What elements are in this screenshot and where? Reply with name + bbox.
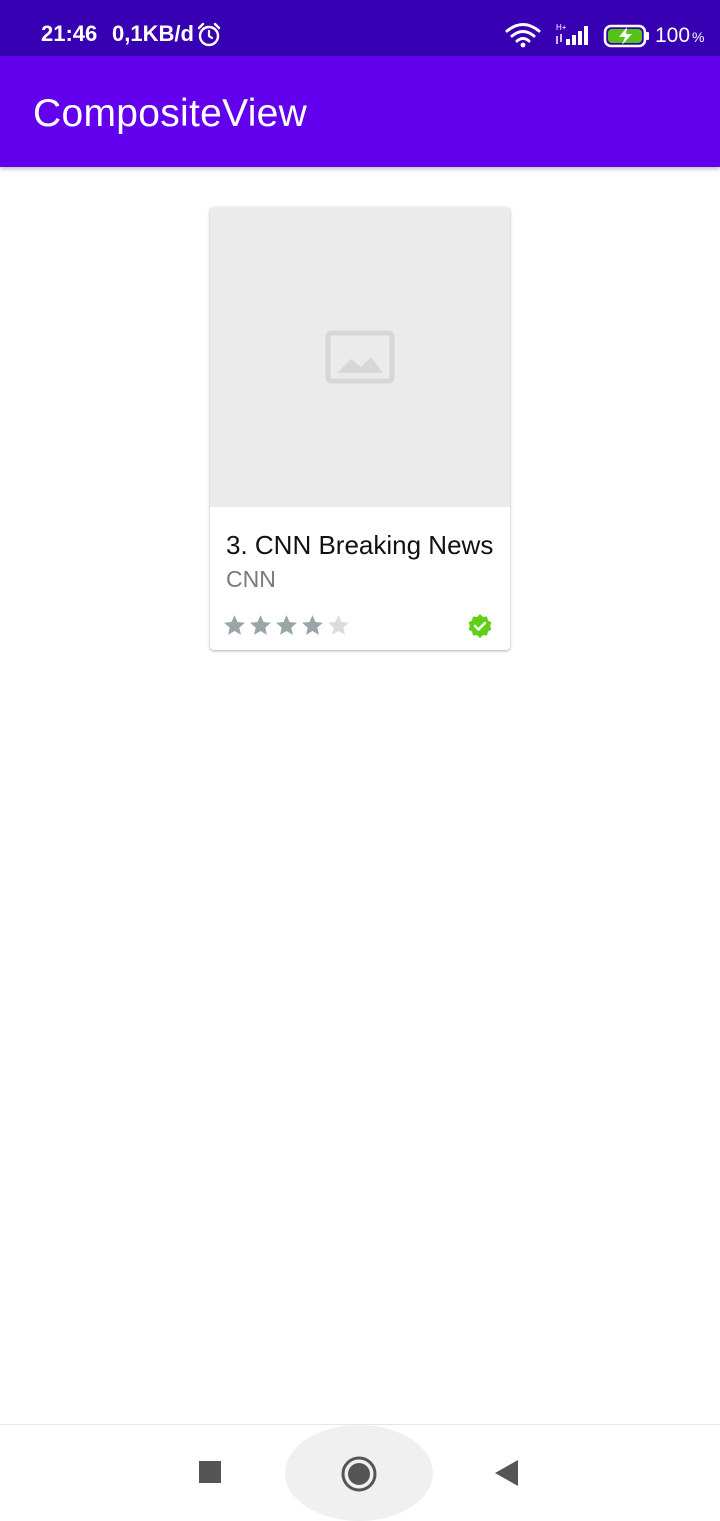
signal-icon: H+ (556, 23, 588, 45)
app-title: CompositeView (33, 92, 308, 135)
star-empty-icon (328, 615, 349, 635)
image-placeholder-icon (325, 330, 395, 384)
news-card[interactable]: 3. CNN Breaking News CNN (210, 207, 510, 650)
star-filled-icon (302, 615, 323, 635)
back-button[interactable] (494, 1459, 520, 1487)
wifi-icon (505, 23, 541, 48)
status-bar: 21:46 0,1KB/d H+ 100% (0, 0, 720, 56)
rating-bar (222, 613, 351, 638)
navigation-bar (0, 1424, 720, 1521)
recents-button[interactable] (198, 1459, 224, 1485)
home-button[interactable] (341, 1456, 377, 1492)
alarm-icon (197, 22, 221, 47)
app-bar: CompositeView (0, 56, 720, 167)
star-filled-icon (250, 615, 271, 635)
status-data-rate: 0,1KB/d (112, 21, 194, 46)
card-subtitle: CNN (226, 566, 276, 592)
battery-percent: 100% (655, 24, 705, 47)
card-title: 3. CNN Breaking News (226, 530, 494, 560)
card-image (210, 207, 510, 507)
svg-text:H+: H+ (556, 23, 567, 32)
verified-check-icon (468, 614, 492, 638)
battery-charging-icon (603, 24, 649, 48)
status-time: 21:46 (41, 21, 98, 46)
star-filled-icon (224, 615, 245, 635)
star-filled-icon (276, 615, 297, 635)
